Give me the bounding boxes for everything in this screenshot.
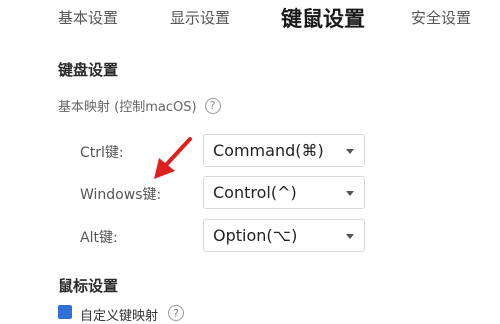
alt-key-select-value: Option(⌥) — [213, 226, 298, 245]
caret-down-icon — [346, 191, 354, 196]
caret-down-icon — [346, 149, 354, 154]
question-circle-icon[interactable]: ? — [204, 97, 221, 114]
custom-key-mapping-checkbox[interactable] — [58, 305, 72, 319]
caret-down-icon — [346, 234, 354, 239]
ctrl-key-select-value: Command(⌘) — [213, 141, 324, 160]
windows-key-select[interactable]: Control(^) — [203, 176, 365, 209]
ctrl-key-label: Ctrl键: — [80, 145, 124, 161]
alt-key-select[interactable]: Option(⌥) — [203, 219, 365, 252]
keyboard-settings-heading: 键盘设置 — [58, 61, 119, 79]
windows-key-select-value: Control(^) — [213, 183, 297, 202]
question-circle-icon[interactable]: ? — [168, 305, 185, 321]
basic-mapping-row: 基本映射 (控制macOS) ? — [58, 96, 221, 115]
mouse-settings-heading: 鼠标设置 — [58, 277, 119, 295]
basic-mapping-label: 基本映射 (控制macOS) — [58, 100, 197, 115]
windows-key-label: Windows键: — [80, 187, 162, 203]
alt-key-label: Alt键: — [80, 230, 118, 246]
red-arrow-icon — [154, 137, 192, 179]
tab-display-settings[interactable]: 显示设置 — [170, 7, 230, 28]
tab-keyboard-mouse-settings[interactable]: 键鼠设置 — [281, 3, 365, 33]
custom-key-mapping-label: 自定义键映射 — [80, 309, 159, 324]
tab-security-settings[interactable]: 安全设置 — [411, 7, 471, 28]
settings-tabs: 基本设置 显示设置 键鼠设置 安全设置 — [0, 0, 500, 40]
custom-key-mapping-row: 自定义键映射 ? — [58, 305, 185, 324]
ctrl-key-select[interactable]: Command(⌘) — [203, 134, 365, 167]
tab-basic-settings[interactable]: 基本设置 — [58, 7, 118, 28]
